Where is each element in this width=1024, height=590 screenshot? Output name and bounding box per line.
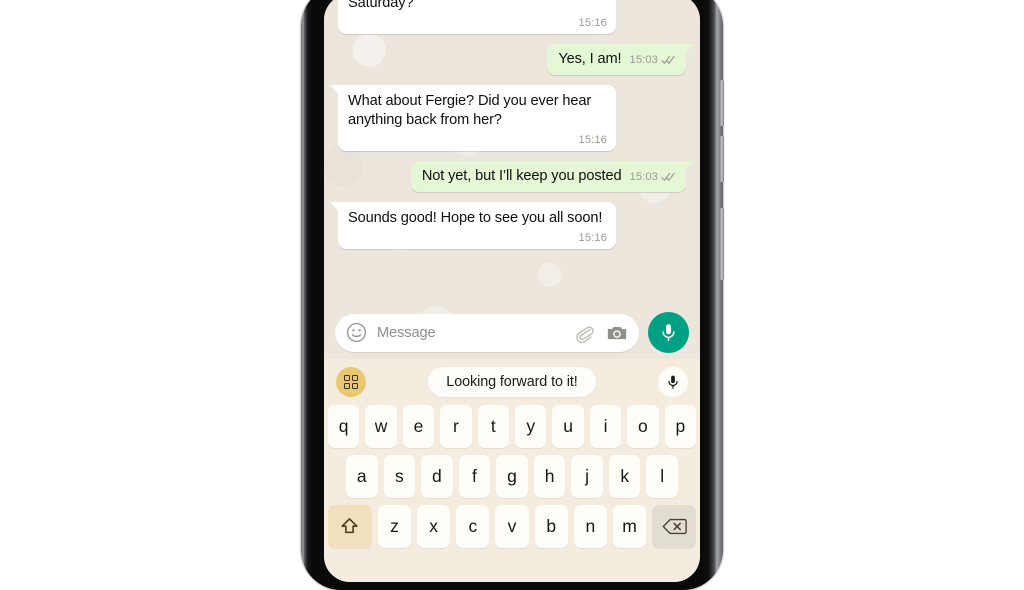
- chat-message[interactable]: Not yet, but I’ll keep you posted 15:03: [338, 161, 695, 192]
- key-x[interactable]: x: [417, 505, 451, 548]
- key-p[interactable]: p: [664, 405, 697, 448]
- key-f[interactable]: f: [458, 455, 491, 498]
- key-y[interactable]: y: [515, 405, 547, 448]
- power-button[interactable]: [720, 208, 724, 280]
- message-bubble-outgoing[interactable]: Yes, I am! 15:03: [547, 44, 694, 75]
- volume-up-button[interactable]: [720, 80, 724, 126]
- key-g[interactable]: g: [496, 455, 528, 498]
- key-t[interactable]: t: [477, 405, 509, 448]
- key-w[interactable]: w: [365, 405, 397, 448]
- backspace-key[interactable]: [652, 505, 696, 548]
- chat-message[interactable]: What about Fergie? Did you ever hear any…: [330, 85, 686, 151]
- read-receipt-icon: [661, 55, 675, 64]
- key-z[interactable]: z: [377, 505, 412, 548]
- key-m[interactable]: m: [612, 505, 647, 548]
- message-placeholder: Message: [377, 324, 436, 341]
- microphone-icon: [668, 375, 678, 389]
- key-v[interactable]: v: [495, 505, 529, 548]
- volume-down-button[interactable]: [720, 136, 724, 182]
- key-o[interactable]: o: [627, 405, 659, 448]
- message-bubble-incoming[interactable]: What about Fergie? Did you ever hear any…: [330, 85, 616, 151]
- message-timestamp: 15:03: [629, 54, 658, 66]
- keyboard-toolbar-button[interactable]: [336, 367, 366, 397]
- message-bubble-incoming[interactable]: Are you still landing in town this Satur…: [338, 0, 616, 34]
- phone-screen: Are you still landing in town this Satur…: [324, 0, 700, 582]
- key-n[interactable]: n: [573, 505, 607, 548]
- message-bubble-outgoing[interactable]: Not yet, but I’ll keep you posted 15:03: [410, 161, 695, 192]
- voice-record-button[interactable]: [648, 312, 689, 353]
- message-text: Sounds good! Hope to see you all soon!: [348, 210, 603, 226]
- message-input-field[interactable]: Message: [335, 313, 639, 352]
- message-input-bar: Message: [324, 306, 700, 359]
- message-timestamp: 15:16: [578, 134, 607, 146]
- chat-message-list[interactable]: Are you still landing in town this Satur…: [324, 0, 700, 306]
- key-h[interactable]: h: [533, 455, 566, 498]
- keyboard-row-1: q w e r t y u i o p: [324, 405, 700, 448]
- chat-message[interactable]: Yes, I am! 15:03: [338, 44, 694, 75]
- message-meta: 15:16: [348, 232, 607, 244]
- key-k[interactable]: k: [608, 455, 641, 498]
- message-text: Yes, I am!: [558, 51, 622, 67]
- read-receipt-icon: [661, 172, 675, 181]
- smiley-icon[interactable]: [345, 321, 368, 344]
- microphone-icon: [662, 324, 675, 342]
- message-timestamp: 15:03: [629, 171, 658, 183]
- key-s[interactable]: s: [383, 455, 416, 498]
- message-text: Are you still landing in town this Satur…: [348, 0, 414, 11]
- message-text: What about Fergie? Did you ever hear any…: [348, 93, 596, 128]
- grid-icon: [344, 375, 358, 389]
- smart-reply-suggestion[interactable]: Looking forward to it!: [428, 367, 596, 397]
- shift-icon: [341, 518, 359, 534]
- key-i[interactable]: i: [589, 405, 622, 448]
- key-c[interactable]: c: [456, 505, 490, 548]
- key-l[interactable]: l: [646, 455, 679, 498]
- shift-key[interactable]: [328, 505, 372, 548]
- key-d[interactable]: d: [421, 455, 453, 498]
- keyboard-row-3: z x c v b n m: [324, 505, 700, 548]
- message-bubble-incoming[interactable]: Sounds good! Hope to see you all soon! 1…: [330, 202, 616, 249]
- key-b[interactable]: b: [534, 505, 568, 548]
- paperclip-icon[interactable]: [573, 322, 595, 344]
- key-u[interactable]: u: [552, 405, 584, 448]
- suggestion-chip-container: Looking forward to it!: [374, 367, 650, 397]
- key-q[interactable]: q: [327, 405, 360, 448]
- key-j[interactable]: j: [571, 455, 603, 498]
- camera-icon[interactable]: [606, 322, 628, 344]
- key-r[interactable]: r: [440, 405, 472, 448]
- phone-frame: Are you still landing in town this Satur…: [301, 0, 724, 590]
- message-meta: 15:16: [348, 17, 607, 29]
- message-meta: 15:03: [630, 171, 677, 183]
- backspace-icon: [662, 518, 687, 535]
- keyboard-voice-input-button[interactable]: [658, 367, 688, 397]
- chat-message[interactable]: Are you still landing in town this Satur…: [338, 0, 686, 34]
- message-meta: 15:16: [348, 134, 607, 146]
- keyboard-row-2: a s d f g h j k l: [324, 455, 700, 498]
- on-screen-keyboard: Looking forward to it! q w e r t y u i o…: [324, 359, 700, 582]
- message-timestamp: 15:16: [578, 17, 607, 29]
- key-a[interactable]: a: [345, 455, 378, 498]
- message-text: Not yet, but I’ll keep you posted: [421, 168, 622, 184]
- message-meta: 15:03: [630, 54, 677, 66]
- message-timestamp: 15:16: [578, 232, 607, 244]
- key-e[interactable]: e: [402, 405, 435, 448]
- chat-message[interactable]: Sounds good! Hope to see you all soon! 1…: [330, 202, 686, 249]
- keyboard-suggestion-bar: Looking forward to it!: [324, 359, 700, 405]
